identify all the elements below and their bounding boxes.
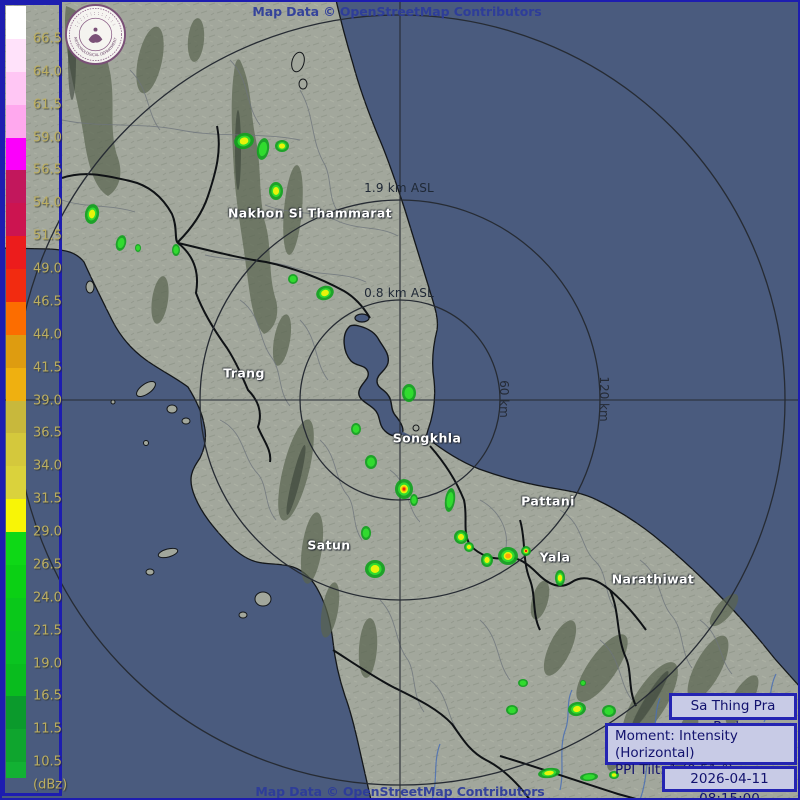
scale-segment — [6, 105, 26, 138]
scale-segment — [6, 368, 26, 401]
radar-echo — [173, 246, 178, 254]
scale-segment — [6, 269, 26, 302]
scale-label: 11.5 — [33, 722, 62, 737]
scale-label: 24.0 — [33, 590, 62, 605]
scale-label: 51.5 — [33, 229, 62, 244]
scale-segment — [6, 532, 26, 565]
scale-segment — [6, 664, 26, 697]
osm-attribution-top: Map Data © OpenStreetMap Contributors — [252, 4, 541, 19]
scale-segment — [6, 499, 26, 532]
scale-segment — [6, 433, 26, 466]
radar-echo — [508, 707, 516, 714]
radar-echo — [411, 496, 416, 504]
scale-label: 10.5 — [33, 755, 62, 770]
radar-echo — [136, 245, 140, 250]
scale-label: 56.5 — [33, 163, 62, 178]
radar-echo — [467, 545, 471, 549]
scale-label: 39.0 — [33, 393, 62, 408]
radar-echo — [363, 528, 370, 537]
scale-segment — [6, 631, 26, 664]
moment-info-box: Moment: Intensity (Horizontal) PPI Tilt:… — [605, 723, 797, 765]
timestamp-box: 2026-04-11 08:15:00 — [662, 766, 797, 792]
scale-segment — [6, 72, 26, 105]
map-label-place: Trang — [223, 366, 265, 381]
radar-echo — [581, 681, 585, 685]
radar-echo — [279, 143, 285, 148]
scale-segment — [6, 6, 26, 39]
scale-label: 41.5 — [33, 360, 62, 375]
scale-segment — [6, 696, 26, 729]
map-label-place: Songkhla — [393, 431, 462, 446]
map-label-place: Narathiwat — [612, 572, 695, 587]
radar-echo — [403, 487, 406, 490]
map-label-place: Nakhon Si Thammarat — [228, 206, 392, 221]
scale-label: 36.5 — [33, 426, 62, 441]
radar-echo — [290, 276, 297, 283]
scale-label: 26.5 — [33, 557, 62, 572]
map-label-range: 60 km — [497, 380, 511, 418]
scale-label: 54.0 — [33, 196, 62, 211]
scale-segment — [6, 170, 26, 203]
radar-echo — [604, 707, 613, 715]
scale-segment — [6, 138, 26, 171]
timestamp-text: 2026-04-11 08:15:00 — [690, 771, 768, 800]
scale-segment — [6, 401, 26, 434]
radar-echo — [273, 187, 279, 195]
radar-echo — [520, 680, 527, 685]
scale-label: 49.0 — [33, 262, 62, 277]
map-label-place: Yala — [540, 550, 571, 565]
map-label-asl: 0.8 km ASL — [364, 286, 434, 300]
dbz-unit-label: (dBz) — [33, 778, 67, 793]
scale-label: 21.5 — [33, 623, 62, 638]
map-label-range: 120 km — [597, 376, 611, 421]
scale-label: 31.5 — [33, 492, 62, 507]
scale-segment — [6, 302, 26, 335]
scale-label: 44.0 — [33, 327, 62, 342]
map-label-place: Satun — [307, 538, 350, 553]
radar-echo — [458, 534, 464, 540]
radar-echo — [525, 550, 527, 552]
scale-segment — [6, 729, 26, 762]
map-label-place: Pattani — [521, 494, 575, 509]
radar-echo — [353, 425, 360, 433]
radar-echo — [558, 574, 562, 581]
radar-echo — [505, 553, 511, 558]
radar-viewer: Nakhon Si Thammarat Trang Songkhla Pattani S… — [0, 0, 800, 800]
scale-label: 46.5 — [33, 294, 62, 309]
scale-segment — [6, 335, 26, 368]
scale-segment — [6, 39, 26, 72]
radar-map — [0, 0, 800, 800]
scale-label: 64.0 — [33, 64, 62, 79]
radar-echo — [371, 565, 380, 573]
scale-segment — [6, 762, 26, 778]
scale-label: 61.5 — [33, 97, 62, 112]
scale-segment — [6, 236, 26, 269]
radar-echo — [404, 387, 413, 399]
osm-attribution-bottom: Map Data © OpenStreetMap Contributors — [255, 784, 544, 799]
radar-name-box: Sa Thing Pra Radar — [669, 693, 797, 720]
scale-segment — [6, 466, 26, 499]
radar-echo — [484, 557, 489, 563]
radar-echo — [367, 457, 375, 466]
tmd-seal-logo: METEOROLOGICAL DEPARTMENT ::::::::::::: — [64, 3, 127, 66]
map-label-asl: 1.9 km ASL — [364, 181, 434, 195]
scale-segment — [6, 598, 26, 631]
scale-label: 19.0 — [33, 656, 62, 671]
scale-segment — [6, 203, 26, 236]
scale-label: 59.0 — [33, 130, 62, 145]
scale-label: 29.0 — [33, 525, 62, 540]
scale-label: 66.5 — [33, 32, 62, 47]
scale-segment — [6, 565, 26, 598]
moment-text: Moment: Intensity (Horizontal) — [615, 728, 794, 762]
scale-label: 16.5 — [33, 689, 62, 704]
scale-label: 34.0 — [33, 459, 62, 474]
